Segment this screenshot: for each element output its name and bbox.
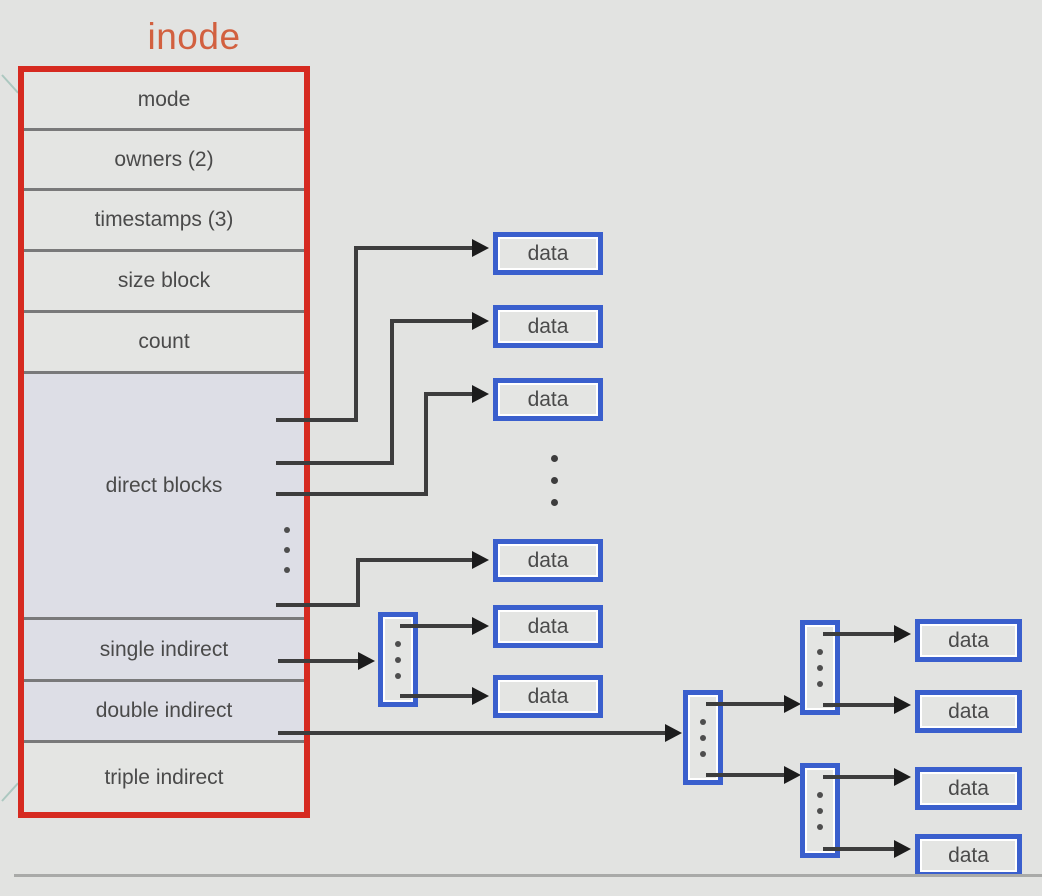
inode-field-label: size block (117, 269, 211, 292)
inode-field-size-block: size block (24, 252, 304, 313)
level1-out-upper (706, 702, 786, 706)
data-block-label: data (527, 387, 569, 411)
level1-out-lower (706, 773, 786, 777)
bottom-divider (14, 874, 1042, 877)
inode-field-single-indirect: single indirect (24, 620, 304, 682)
direct-pointer-3-run (424, 392, 474, 396)
direct-pointer-1-run (354, 246, 474, 250)
inode-field-double-indirect: double indirect (24, 682, 304, 743)
level2-upper-out-1-arrowhead (894, 625, 911, 643)
level2-lower-out-1-arrowhead (894, 768, 911, 786)
data-block: data (493, 539, 603, 582)
level2-lower-out-2 (823, 847, 896, 851)
data-block: data (493, 378, 603, 421)
indirect-block-ellipsis-icon (383, 636, 413, 684)
level2-lower-out-1 (823, 775, 896, 779)
data-block: data (915, 767, 1022, 810)
data-block: data (493, 232, 603, 275)
direct-pointer-3-riser (424, 392, 428, 496)
inode-table: mode owners (2) timestamps (3) size bloc… (18, 66, 310, 818)
data-block-label: data (948, 843, 989, 867)
direct-blocks-ellipsis-icon (284, 527, 290, 587)
data-block-label: data (527, 614, 569, 638)
indirect-block-ellipsis-icon (805, 787, 835, 835)
single-indirect-out-2-arrowhead (472, 687, 489, 705)
direct-pointer-2-arrowhead (472, 312, 489, 330)
data-block: data (493, 605, 603, 648)
single-indirect-out-1 (400, 624, 474, 628)
direct-pointer-2-run (390, 319, 474, 323)
single-indirect-out-2 (400, 694, 474, 698)
direct-pointer-3-arrowhead (472, 385, 489, 403)
data-block-label: data (527, 314, 569, 338)
direct-pointer-3-stub (276, 492, 428, 496)
inode-field-mode: mode (24, 72, 304, 131)
direct-pointer-1-stub (276, 418, 358, 422)
inode-field-direct-blocks: direct blocks (24, 374, 304, 620)
inode-field-label: direct blocks (105, 474, 223, 497)
data-block: data (915, 834, 1022, 877)
data-column-ellipsis-icon (551, 455, 558, 521)
data-block-label: data (948, 776, 989, 800)
inode-title: inode (147, 16, 241, 57)
direct-pointer-4-arrowhead (472, 551, 489, 569)
inode-field-triple-indirect: triple indirect (24, 743, 304, 812)
double-indirect-arrowhead (665, 724, 682, 742)
inode-field-label: double indirect (95, 699, 233, 722)
data-block-label: data (527, 548, 569, 572)
level1-out-upper-arrowhead (784, 695, 801, 713)
inode-field-count: count (24, 313, 304, 374)
data-block-label: data (527, 241, 569, 265)
level1-out-lower-arrowhead (784, 766, 801, 784)
direct-pointer-1-arrowhead (472, 239, 489, 257)
inode-diagram: inode mode owners (2) timestamps (3) siz… (0, 0, 1042, 896)
level2-lower-out-2-arrowhead (894, 840, 911, 858)
direct-pointer-2-riser (390, 319, 394, 465)
direct-pointer-4-riser (356, 558, 360, 607)
inode-field-label: triple indirect (104, 765, 224, 789)
level2-upper-out-1 (823, 632, 896, 636)
decorative-teal-stroke-top (1, 74, 19, 94)
inode-field-timestamps: timestamps (3) (24, 191, 304, 252)
level2-upper-out-2-arrowhead (894, 696, 911, 714)
inode-field-label: single indirect (99, 637, 229, 661)
single-indirect-arrowhead (358, 652, 375, 670)
indirect-block-ellipsis-icon (805, 644, 835, 692)
data-block-label: data (948, 628, 989, 652)
inode-field-label: mode (137, 88, 191, 111)
double-indirect-line (278, 731, 670, 735)
level2-upper-out-2 (823, 703, 896, 707)
inode-field-owners: owners (2) (24, 131, 304, 191)
inode-field-label: count (138, 330, 190, 353)
data-block-label: data (948, 699, 989, 723)
single-indirect-line (278, 659, 360, 663)
data-block: data (493, 305, 603, 348)
direct-pointer-2-stub (276, 461, 394, 465)
data-block: data (915, 619, 1022, 662)
inode-field-label: timestamps (3) (94, 208, 234, 231)
data-block: data (493, 675, 603, 718)
single-indirect-out-1-arrowhead (472, 617, 489, 635)
data-block-label: data (527, 684, 569, 708)
indirect-block-ellipsis-icon (688, 714, 718, 762)
data-block: data (915, 690, 1022, 733)
direct-pointer-1-riser (354, 246, 358, 422)
direct-pointer-4-stub (276, 603, 360, 607)
inode-field-label: owners (2) (114, 147, 214, 171)
decorative-teal-stroke-bottom (1, 782, 19, 802)
direct-pointer-4-run (356, 558, 474, 562)
